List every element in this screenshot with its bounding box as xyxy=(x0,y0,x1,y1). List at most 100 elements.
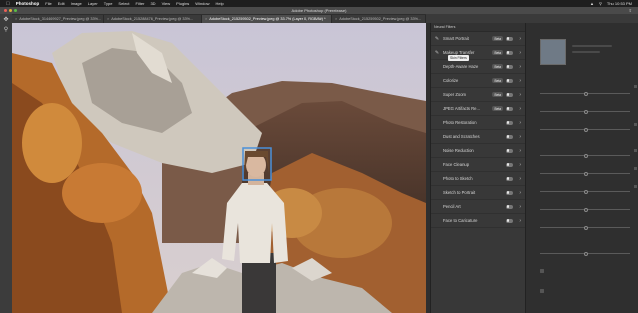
filter-item-dust-scratches[interactable]: Dust and Scratches › xyxy=(431,130,525,144)
menu-3d[interactable]: 3D xyxy=(150,1,155,6)
menu-view[interactable]: View xyxy=(162,1,171,6)
setting-checkbox[interactable] xyxy=(634,123,637,126)
menu-image[interactable]: Image xyxy=(71,1,82,6)
setting-checkbox[interactable] xyxy=(540,269,544,273)
chevron-right-icon[interactable]: › xyxy=(517,64,521,70)
adjust-slider[interactable] xyxy=(540,207,630,212)
document-canvas[interactable] xyxy=(12,23,426,313)
adjust-slider[interactable] xyxy=(540,251,630,256)
adjust-slider[interactable] xyxy=(540,109,630,114)
filter-item-colorize[interactable]: Colorize Beta › xyxy=(431,74,525,88)
setting-checkbox[interactable] xyxy=(634,149,637,152)
chevron-right-icon[interactable]: › xyxy=(517,106,521,112)
zoom-tool-icon[interactable]: ⚲ xyxy=(0,24,12,34)
close-icon[interactable]: × xyxy=(15,17,17,21)
setting-checkbox[interactable] xyxy=(634,185,637,188)
slider-knob[interactable] xyxy=(584,189,588,194)
adjust-slider[interactable] xyxy=(540,127,630,132)
filter-toggle[interactable] xyxy=(506,218,513,223)
filter-toggle[interactable] xyxy=(506,106,513,111)
tab-document-4[interactable]: × AdobeStock_215259502_Preview.jpeg @ 33… xyxy=(332,15,426,23)
chevron-right-icon[interactable]: › xyxy=(517,148,521,154)
filter-toggle[interactable] xyxy=(506,148,513,153)
app-menu[interactable]: Photoshop xyxy=(16,1,40,6)
chevron-right-icon[interactable]: › xyxy=(517,218,521,224)
menu-help[interactable]: Help xyxy=(216,1,224,6)
slider-knob[interactable] xyxy=(584,153,588,158)
share-icon[interactable]: ⇧ xyxy=(629,8,632,13)
filter-toggle[interactable] xyxy=(506,78,513,83)
clock[interactable]: Thu 10:53 PM xyxy=(607,1,632,6)
chevron-right-icon[interactable]: › xyxy=(517,50,521,56)
filter-toggle[interactable] xyxy=(506,50,513,55)
search-icon[interactable]: ⚲ xyxy=(599,1,602,6)
chevron-right-icon[interactable]: › xyxy=(517,162,521,168)
menu-plugins[interactable]: Plugins xyxy=(176,1,189,6)
setting-checkbox[interactable] xyxy=(634,167,637,170)
menu-window[interactable]: Window xyxy=(195,1,209,6)
slider-knob[interactable] xyxy=(584,225,588,230)
adjust-slider[interactable] xyxy=(540,91,630,96)
minimize-window-button[interactable] xyxy=(9,9,12,12)
setting-checkbox[interactable] xyxy=(634,85,637,88)
slider-knob[interactable] xyxy=(584,127,588,132)
chevron-right-icon[interactable]: › xyxy=(517,134,521,140)
brush-icon[interactable]: ✎ xyxy=(431,50,443,56)
tab-document-2[interactable]: × AdobeStock_215288476_Preview.jpeg @ 33… xyxy=(104,15,202,23)
filter-toggle[interactable] xyxy=(506,190,513,195)
filter-toggle[interactable] xyxy=(506,36,513,41)
menu-edit[interactable]: Edit xyxy=(58,1,65,6)
adjust-slider[interactable] xyxy=(540,171,630,176)
filter-toggle[interactable] xyxy=(506,134,513,139)
move-tool-icon[interactable]: ✥ xyxy=(0,14,12,24)
slider-knob[interactable] xyxy=(584,251,588,256)
adjust-slider[interactable] xyxy=(540,153,630,158)
filter-item-jpeg-artifacts[interactable]: JPEG Artifacts Re... Beta › xyxy=(431,102,525,116)
filter-item-face-to-caricature[interactable]: Face to Caricature › xyxy=(431,214,525,228)
menu-type[interactable]: Type xyxy=(104,1,113,6)
filter-item-sketch-to-portrait[interactable]: Sketch to Portrait › xyxy=(431,186,525,200)
menu-filter[interactable]: Filter xyxy=(136,1,145,6)
menu-file[interactable]: File xyxy=(45,1,51,6)
close-icon[interactable]: × xyxy=(205,17,207,21)
filter-item-makeup-transfer[interactable]: ✎ Makeup Transfer Beta › xyxy=(431,46,525,60)
filter-item-photo-to-sketch[interactable]: Photo to Sketch › xyxy=(431,172,525,186)
filter-item-pencil-art[interactable]: Pencil Art › xyxy=(431,200,525,214)
chevron-right-icon[interactable]: › xyxy=(517,120,521,126)
filter-item-super-zoom[interactable]: Super Zoom Beta › xyxy=(431,88,525,102)
menu-select[interactable]: Select xyxy=(118,1,129,6)
slider-knob[interactable] xyxy=(584,207,588,212)
filter-toggle[interactable] xyxy=(506,204,513,209)
chevron-right-icon[interactable]: › xyxy=(517,92,521,98)
filter-item-noise-reduction[interactable]: Noise Reduction › xyxy=(431,144,525,158)
filter-item-photo-restoration[interactable]: Photo Restoration › xyxy=(431,116,525,130)
setting-checkbox[interactable] xyxy=(540,289,544,293)
chevron-right-icon[interactable]: › xyxy=(517,36,521,42)
filter-toggle[interactable] xyxy=(506,64,513,69)
apple-icon[interactable]:  xyxy=(6,1,10,7)
slider-knob[interactable] xyxy=(584,109,588,114)
close-window-button[interactable] xyxy=(4,9,7,12)
brush-icon[interactable]: ✎ xyxy=(431,36,443,42)
filter-toggle[interactable] xyxy=(506,120,513,125)
zoom-window-button[interactable] xyxy=(14,9,17,12)
adjust-slider[interactable] xyxy=(540,189,630,194)
chevron-right-icon[interactable]: › xyxy=(517,190,521,196)
filter-toggle[interactable] xyxy=(506,92,513,97)
slider-knob[interactable] xyxy=(584,91,588,96)
filter-toggle[interactable] xyxy=(506,176,513,181)
wifi-icon[interactable]: ▲ xyxy=(590,1,594,6)
slider-knob[interactable] xyxy=(584,171,588,176)
tab-document-3-active[interactable]: × AdobeStock_215259502_Preview.jpeg @ 33… xyxy=(202,15,332,23)
filter-toggle[interactable] xyxy=(506,162,513,167)
adjust-slider[interactable] xyxy=(540,225,630,230)
chevron-right-icon[interactable]: › xyxy=(517,204,521,210)
menu-layer[interactable]: Layer xyxy=(88,1,98,6)
filter-item-face-cleanup[interactable]: Face Cleanup › xyxy=(431,158,525,172)
filter-item-depth-aware-haze[interactable]: Depth-Aware Haze Beta › xyxy=(431,60,525,74)
chevron-right-icon[interactable]: › xyxy=(517,176,521,182)
close-icon[interactable]: × xyxy=(107,17,109,21)
tab-document-1[interactable]: × AdobeStock_314469927_Preview.jpeg @ 33… xyxy=(12,15,104,23)
close-icon[interactable]: × xyxy=(335,17,337,21)
chevron-right-icon[interactable]: › xyxy=(517,78,521,84)
